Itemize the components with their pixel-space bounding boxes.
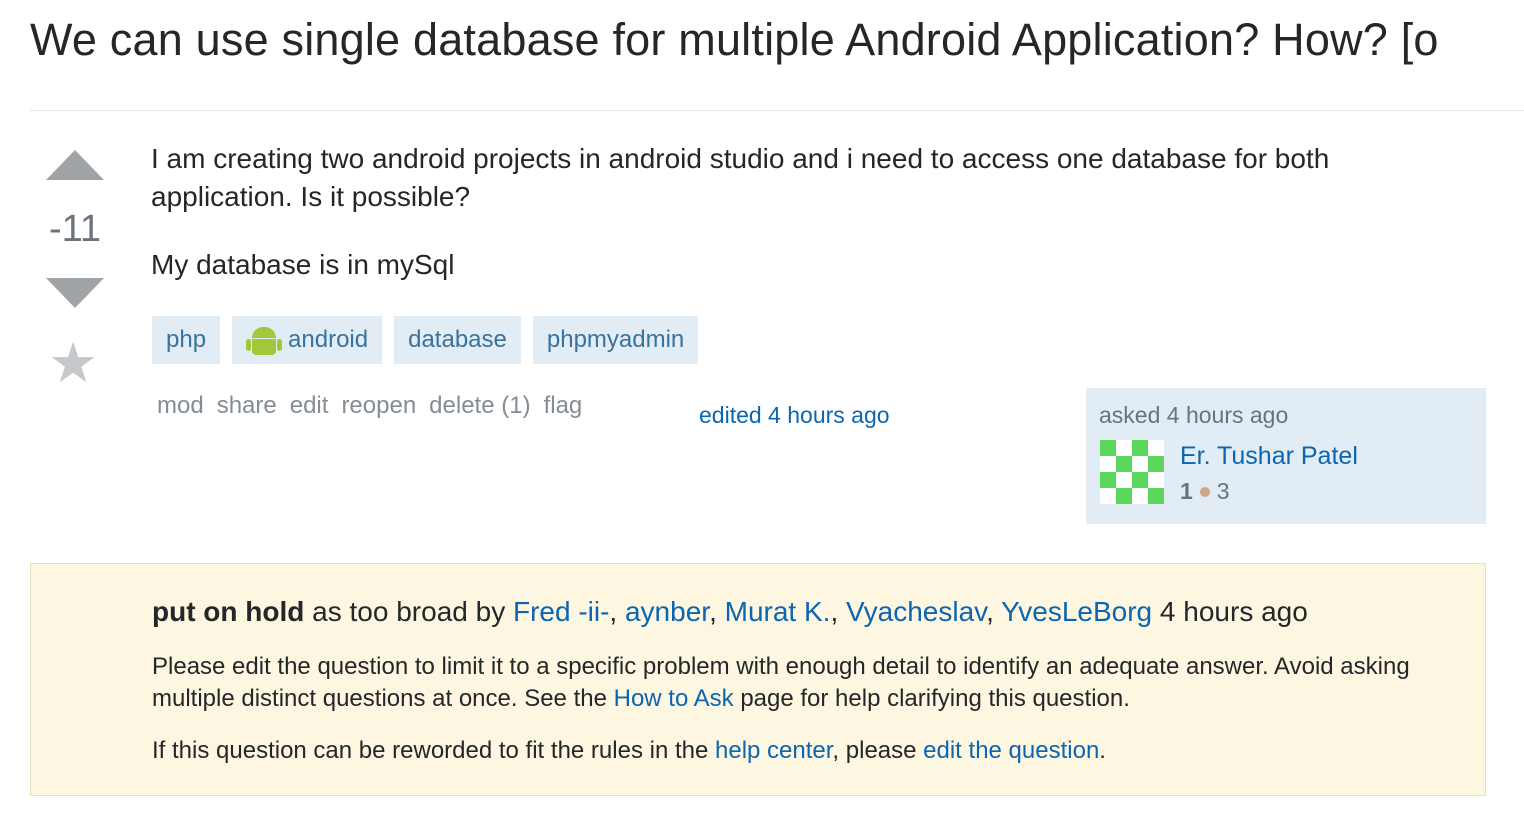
hold-time: 4 hours ago [1152,596,1308,627]
user-name-link[interactable]: Er. Tushar Patel [1180,442,1358,471]
bronze-badge-count: 3 [1216,478,1230,504]
tag-database[interactable]: database [394,316,521,364]
question-title[interactable]: We can use single database for multiple … [30,14,1439,66]
separator: , [830,596,846,627]
upvote-arrow-icon[interactable] [46,150,104,180]
question-paragraph: My database is in mySql [151,249,455,280]
hold-text: , please [832,737,924,764]
tag-phpmyadmin[interactable]: phpmyadmin [532,316,699,364]
hold-status: put on hold [152,596,305,627]
voter-link[interactable]: Vyacheslav [846,596,986,627]
tag-label: phpmyadmin [546,326,685,353]
on-hold-notice: put on hold as too broad by Fred -ii-, a… [30,563,1486,796]
hold-explanation: Please edit the question to limit it to … [152,651,1452,715]
android-icon [246,325,283,355]
edited-timestamp-link[interactable]: edited 4 hours ago [699,402,890,429]
voter-link[interactable]: YvesLeBorg [1001,596,1152,627]
hold-title: put on hold as too broad by Fred -ii-, a… [152,596,1308,628]
tag-label: php [166,326,207,353]
edit-question-link[interactable]: edit the question [923,737,1099,764]
tag-php[interactable]: php [152,316,221,364]
delete-link[interactable]: delete (1) [429,392,530,420]
tag-list: php android database phpmyadmin [152,316,699,364]
post-menu: mod share edit reopen delete (1) flag [157,392,582,420]
asked-timestamp: asked 4 hours ago [1099,402,1289,428]
voter-link[interactable]: Murat K. [725,596,831,627]
hold-reword-hint: If this question can be reworded to fit … [152,735,1452,767]
tag-android[interactable]: android [232,316,383,364]
help-center-link[interactable]: help center [715,737,832,764]
downvote-arrow-icon[interactable] [46,278,104,308]
hold-text: page for help clarifying this question. [733,685,1130,712]
voter-link[interactable]: Fred -ii- [513,596,609,627]
hold-reason: as too broad by [304,596,513,627]
separator: , [709,596,725,627]
separator: , [609,596,625,627]
vote-count: -11 [48,208,102,250]
flag-link[interactable]: flag [544,392,583,420]
reputation-score: 1 [1180,478,1193,504]
question-paragraph: I am creating two android projects in an… [151,143,1330,212]
mod-link[interactable]: mod [157,392,204,420]
how-to-ask-link[interactable]: How to Ask [614,685,734,712]
edit-link[interactable]: edit [290,392,329,420]
separator: , [986,596,1002,627]
avatar[interactable] [1100,440,1164,504]
voter-link[interactable]: aynber [625,596,709,627]
question-body: I am creating two android projects in an… [151,140,1451,314]
favorite-star-icon[interactable]: ★ [48,335,98,391]
tag-label: android [288,326,369,353]
reopen-link[interactable]: reopen [341,392,416,420]
bronze-badge-icon [1199,486,1210,497]
title-divider [30,110,1524,111]
share-link[interactable]: share [217,392,277,420]
hold-text: . [1099,737,1106,764]
owner-card: asked 4 hours ago Er. Tushar Patel 1 3 [1086,388,1486,524]
user-reputation: 1 3 [1180,478,1230,505]
hold-text: If this question can be reworded to fit … [152,737,715,764]
tag-label: database [408,326,507,353]
